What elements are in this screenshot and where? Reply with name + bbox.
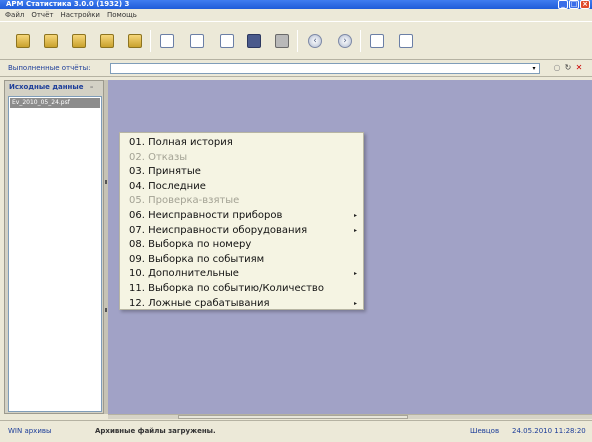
menu-bar: Файл Отчёт Настройки Помощь bbox=[0, 9, 592, 21]
submenu-arrow-icon: ▸ bbox=[353, 270, 357, 278]
menu-item-accepted[interactable]: 03. Принятые bbox=[120, 165, 363, 180]
status-bar: WIN архивы Архивные файлы загружены. Шев… bbox=[0, 420, 592, 442]
toolbar-separator bbox=[150, 30, 151, 52]
menu-settings[interactable]: Настройки bbox=[60, 11, 100, 19]
executed-reports-combo[interactable]: ▾ bbox=[110, 63, 540, 74]
open-folder-button[interactable] bbox=[14, 32, 32, 50]
title-bar: АРМ Статистика 3.0.0 (1932) 3 _ □ × bbox=[0, 0, 592, 9]
menu-item-label: 05. Проверка-взятые bbox=[129, 195, 240, 207]
save-button[interactable] bbox=[245, 32, 263, 50]
folder-icon bbox=[100, 34, 114, 48]
document-3-button[interactable] bbox=[218, 32, 236, 50]
document-icon bbox=[370, 34, 384, 48]
forward-icon: › bbox=[338, 34, 352, 48]
horizontal-scrollbar[interactable] bbox=[108, 414, 592, 419]
folder-icon bbox=[44, 34, 58, 48]
menu-item-check-taken: 05. Проверка-взятые bbox=[120, 194, 363, 209]
document-icon bbox=[160, 34, 174, 48]
menu-item-by-events[interactable]: 09. Выборка по событиям bbox=[120, 253, 363, 268]
menu-item-label: 06. Неисправности приборов bbox=[129, 209, 283, 221]
source-panel-header: Исходные данные – bbox=[5, 81, 103, 94]
source-panel-title: Исходные данные bbox=[9, 83, 84, 91]
menu-item-label: 08. Выборка по номеру bbox=[129, 239, 252, 251]
open-folder-3-button[interactable] bbox=[70, 32, 88, 50]
menu-item-label: 01. Полная история bbox=[129, 137, 233, 148]
menu-item-label: 02. Отказы bbox=[129, 151, 188, 163]
minimize-button[interactable]: _ bbox=[558, 0, 568, 9]
chevron-down-icon[interactable]: ▾ bbox=[530, 65, 538, 72]
toolbar-separator bbox=[297, 30, 298, 52]
menu-item-label: 07. Неисправности оборудования bbox=[129, 224, 308, 236]
status-app-mode: WIN архивы bbox=[8, 427, 52, 435]
close-window-button[interactable]: × bbox=[580, 0, 590, 9]
collapse-icon[interactable]: – bbox=[90, 83, 94, 91]
maximize-button[interactable]: □ bbox=[569, 0, 579, 9]
list-item[interactable]: Ev_2010_05_24.psf bbox=[10, 98, 100, 108]
menu-item-full-history[interactable]: 01. Полная история bbox=[120, 136, 363, 151]
folder-icon bbox=[16, 34, 30, 48]
document-icon bbox=[190, 34, 204, 48]
submenu-arrow-icon: ▸ bbox=[353, 211, 357, 219]
folder-up-button[interactable] bbox=[126, 32, 144, 50]
menu-item-equipment-faults[interactable]: 07. Неисправности оборудования ▸ bbox=[120, 224, 363, 239]
save-icon bbox=[247, 34, 261, 48]
menu-item-additional[interactable]: 10. Дополнительные ▸ bbox=[120, 267, 363, 282]
menu-report[interactable]: Отчёт bbox=[31, 11, 53, 19]
menu-item-label: 12. Ложные срабатывания bbox=[129, 297, 270, 309]
toolbar: ‹ › bbox=[0, 21, 592, 60]
refresh-icon[interactable]: ↻ bbox=[563, 63, 573, 73]
menu-item-false-alarms[interactable]: 12. Ложные срабатывания ▸ bbox=[120, 297, 363, 312]
menu-item-label: 03. Принятые bbox=[129, 166, 201, 178]
close-icon[interactable]: ✕ bbox=[574, 63, 584, 73]
source-data-panel: Исходные данные – Ev_2010_05_24.psf bbox=[4, 80, 104, 414]
window-controls: _ □ × bbox=[558, 0, 590, 9]
splitter-grip bbox=[105, 180, 107, 184]
back-button[interactable]: ‹ bbox=[306, 32, 324, 50]
status-user: Шевцов bbox=[470, 427, 500, 435]
folder-icon bbox=[72, 34, 86, 48]
menu-help[interactable]: Помощь bbox=[107, 11, 137, 19]
pin-icon[interactable]: ○ bbox=[552, 63, 562, 73]
document-icon bbox=[399, 34, 413, 48]
document-button[interactable] bbox=[158, 32, 176, 50]
menu-file[interactable]: Файл bbox=[5, 11, 24, 19]
print-icon bbox=[275, 34, 289, 48]
menu-item-label: 11. Выборка по событию/Количество bbox=[129, 282, 324, 294]
menu-item-failures: 02. Отказы bbox=[120, 151, 363, 166]
print-button[interactable] bbox=[273, 32, 291, 50]
scrollbar-thumb[interactable] bbox=[178, 415, 408, 419]
splitter-grip bbox=[105, 308, 107, 312]
open-folder-2-button[interactable] bbox=[42, 32, 60, 50]
status-datetime: 24.05.2010 11:28:20 bbox=[512, 427, 586, 435]
document-icon bbox=[220, 34, 234, 48]
menu-item-label: 04. Последние bbox=[129, 180, 206, 192]
menu-item-device-faults[interactable]: 06. Неисправности приборов ▸ bbox=[120, 209, 363, 224]
submenu-arrow-icon: ▸ bbox=[353, 226, 357, 234]
folder-up-icon bbox=[128, 34, 142, 48]
menu-item-by-number[interactable]: 08. Выборка по номеру bbox=[120, 238, 363, 253]
menu-item-label: 10. Дополнительные bbox=[129, 268, 239, 280]
status-message: Архивные файлы загружены. bbox=[95, 427, 216, 435]
menu-item-by-event-count[interactable]: 11. Выборка по событию/Количество bbox=[120, 282, 363, 297]
document-5-button[interactable] bbox=[397, 32, 415, 50]
reports-context-menu: 01. Полная история 02. Отказы 03. Принят… bbox=[119, 132, 364, 310]
open-folder-4-button[interactable] bbox=[98, 32, 116, 50]
submenu-arrow-icon: ▸ bbox=[353, 299, 357, 307]
menu-item-latest[interactable]: 04. Последние bbox=[120, 180, 363, 195]
toolbar-separator bbox=[360, 30, 361, 52]
document-2-button[interactable] bbox=[188, 32, 206, 50]
executed-reports-row: Выполненные отчёты: ▾ ○ ↻ ✕ bbox=[0, 60, 592, 77]
executed-reports-label: Выполненные отчёты: bbox=[8, 64, 91, 72]
forward-button[interactable]: › bbox=[336, 32, 354, 50]
window-title: АРМ Статистика 3.0.0 (1932) 3 bbox=[6, 0, 130, 8]
document-4-button[interactable] bbox=[368, 32, 386, 50]
source-file-list[interactable]: Ev_2010_05_24.psf bbox=[8, 96, 102, 412]
back-icon: ‹ bbox=[308, 34, 322, 48]
menu-item-label: 09. Выборка по событиям bbox=[129, 253, 265, 265]
